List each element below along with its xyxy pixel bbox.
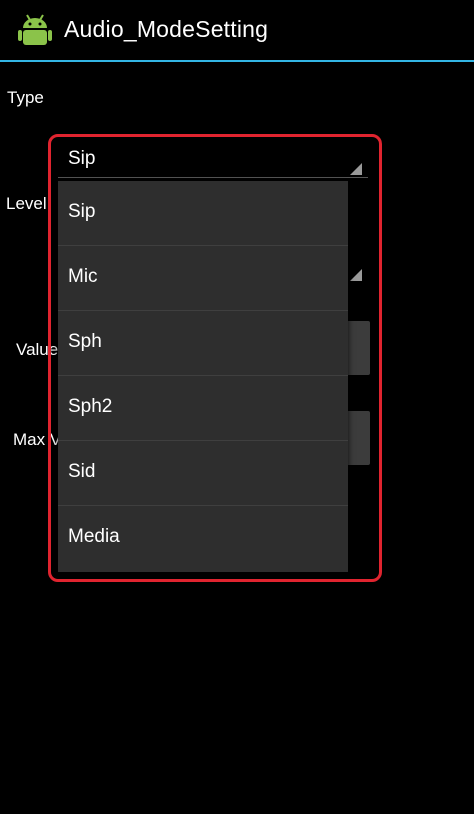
- action-bar: Audio_ModeSetting: [0, 0, 474, 62]
- highlight-box: [48, 134, 382, 582]
- app-title: Audio_ModeSetting: [64, 16, 269, 42]
- android-robot-icon: [18, 14, 52, 45]
- type-label: Type: [7, 88, 44, 107]
- screen: Audio_ModeSetting Type Level Value Max V…: [0, 0, 474, 814]
- action-bar-divider: [0, 60, 474, 62]
- level-label: Level: [6, 194, 47, 213]
